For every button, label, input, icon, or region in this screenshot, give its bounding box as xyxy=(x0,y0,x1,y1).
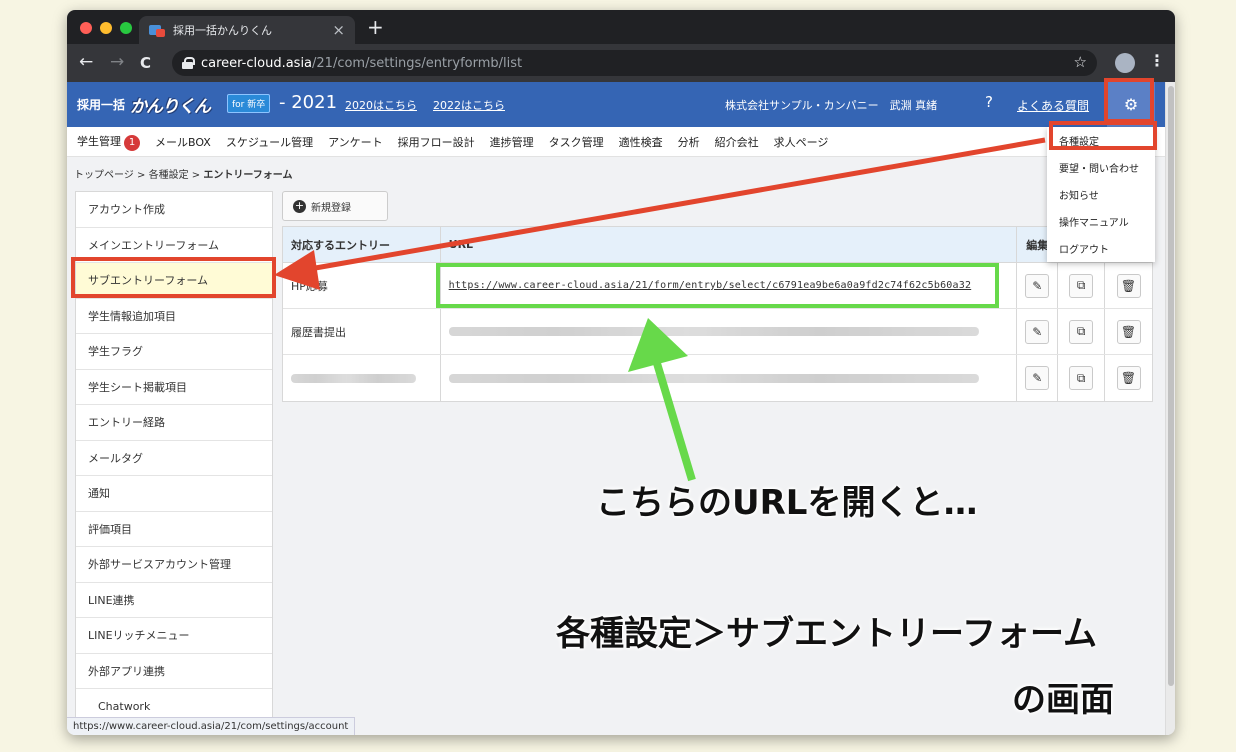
red-arrow-line xyxy=(303,137,1046,273)
annotation-open-url: こちらのURLを開くと… xyxy=(596,483,978,523)
green-arrow-line xyxy=(652,358,696,482)
green-arrow-head xyxy=(628,318,688,372)
annotation-screen-line2: の画面 xyxy=(1012,680,1114,720)
red-arrow-head xyxy=(274,250,320,290)
annotation-screen-line1: 各種設定＞サブエントリーフォーム xyxy=(556,614,1097,654)
